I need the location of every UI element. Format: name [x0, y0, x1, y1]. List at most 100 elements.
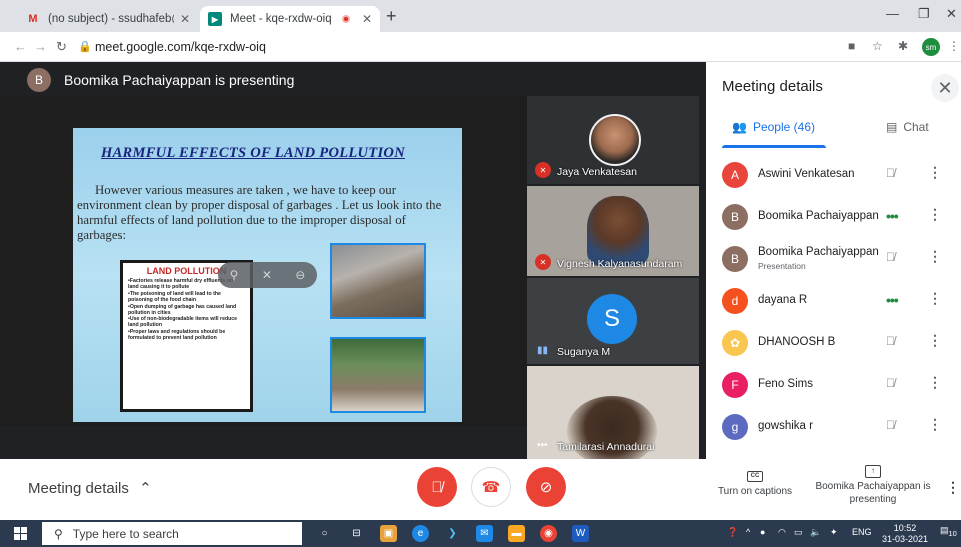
list-item[interactable]: g gowshika r 🎙̸ ⋮	[706, 406, 961, 448]
panel-title: Meeting details	[722, 78, 823, 95]
leave-call-button[interactable]: ☎	[471, 467, 511, 507]
menu-icon[interactable]: ⋮	[948, 39, 960, 53]
slide-body: However various measures are taken , we …	[77, 183, 442, 242]
forward-icon[interactable]: →	[34, 39, 47, 54]
participant-name: Boomika Pachaiyappan	[758, 210, 879, 222]
avatar: d	[722, 288, 748, 314]
list-item[interactable]: B Boomika Pachaiyappan ••• ⋮	[706, 196, 961, 238]
more-options-icon[interactable]: ⋮	[928, 290, 942, 307]
mail-icon[interactable]: ✉	[476, 525, 493, 542]
participant-name: Tamilarasi Annadurai	[557, 441, 655, 453]
list-item[interactable]: ✿ DHANOOSH B 🎙̸ ⋮	[706, 322, 961, 364]
speaking-icon: •••	[537, 440, 548, 451]
more-options-icon[interactable]: ⋮	[928, 206, 942, 223]
list-item[interactable]: A Aswini Venkatesan 🎙̸ ⋮	[706, 154, 961, 196]
battery-icon[interactable]: ▭	[794, 527, 803, 538]
list-item: Use of non-biodegradable items will redu…	[128, 317, 245, 329]
list-item[interactable]: d dayana R ••• ⋮	[706, 280, 961, 322]
language-indicator[interactable]: ENG	[852, 527, 872, 537]
volume-icon[interactable]: 🔈	[810, 527, 821, 538]
close-window-icon[interactable]: ✕	[946, 6, 957, 22]
tray-app-icon[interactable]: ●	[760, 527, 765, 537]
avatar: F	[722, 372, 748, 398]
search-placeholder: Type here to search	[72, 526, 179, 541]
list-item[interactable]: F Feno Sims 🎙̸ ⋮	[706, 364, 961, 406]
participant-tile[interactable]: S ▮▮ Suganya M	[527, 278, 699, 364]
participant-tile[interactable]: ✕ Jaya Venkatesan	[527, 96, 699, 184]
participant-tile[interactable]: ✕ Vignesh Kalyanasundaram	[527, 186, 699, 276]
mic-off-icon: ✕	[535, 254, 551, 270]
more-options-icon[interactable]: ⋮	[928, 332, 942, 349]
meeting-details-label: Meeting details	[28, 480, 129, 497]
participant-subtitle: Presentation	[758, 261, 806, 271]
list-item: The poisoning of land will lead to the p…	[128, 291, 245, 304]
more-options-icon[interactable]: ⋮	[928, 374, 942, 391]
more-options-icon[interactable]: ⋮	[928, 416, 942, 433]
store-icon[interactable]: ▣	[380, 525, 397, 542]
meeting-details-button[interactable]: Meeting details ⌃	[28, 479, 152, 497]
lock-icon: 🔒	[78, 41, 92, 53]
participant-name: dayana R	[758, 294, 808, 306]
close-tab-icon[interactable]: ✕	[362, 12, 372, 26]
network-icon[interactable]: ◠	[778, 527, 786, 538]
more-options-icon[interactable]: ⋮	[928, 248, 942, 265]
presenting-label: Boomika Pachaiyappan is presenting	[815, 481, 931, 505]
mic-off-icon: 🎙̸	[886, 166, 895, 180]
minimize-icon[interactable]: —	[886, 6, 899, 21]
avatar: B	[722, 246, 748, 272]
search-input[interactable]: ⚲ Type here to search	[42, 522, 302, 545]
mute-icon[interactable]: ✕	[262, 268, 272, 282]
back-icon[interactable]: ←	[14, 39, 27, 54]
more-options-icon[interactable]: ⋮	[928, 164, 942, 181]
participant-tile[interactable]: ••• Tamilarasi Annadurai	[527, 366, 699, 459]
task-view-icon[interactable]: ⊟	[348, 525, 365, 542]
captions-button[interactable]: CC Turn on captions	[713, 471, 797, 497]
mic-off-icon: 🎙̸	[886, 334, 895, 348]
reload-icon[interactable]: ↻	[56, 39, 67, 55]
file-explorer-icon[interactable]: ▬	[508, 525, 525, 542]
tray-extra-icon[interactable]: ✦	[830, 527, 838, 538]
camera-toggle-button[interactable]: ⊘	[526, 467, 566, 507]
url-field[interactable]: meet.google.com/kqe-rxdw-oiq	[95, 40, 266, 54]
mic-off-icon: 🎙̸	[886, 250, 895, 264]
new-tab-button[interactable]: +	[386, 6, 397, 27]
star-icon[interactable]: ☆	[872, 39, 883, 53]
cortana-icon[interactable]: ○	[316, 525, 333, 542]
remove-icon[interactable]: ⊖	[295, 268, 305, 282]
camera-icon[interactable]: ■	[848, 39, 855, 53]
restore-icon[interactable]: ❐	[918, 6, 930, 22]
vscode-icon[interactable]: ❯	[444, 525, 461, 542]
list-item[interactable]: B Boomika Pachaiyappan Presentation 🎙̸ ⋮	[706, 238, 961, 280]
list-item: Proper laws and regulations should be fo…	[128, 329, 245, 342]
speaking-icon: •••	[886, 292, 899, 308]
windows-taskbar: ⚲ Type here to search ○ ⊟ ▣ e ❯ ✉ ▬ ◉ W …	[0, 520, 961, 547]
captions-icon: CC	[747, 471, 763, 482]
pin-icon[interactable]: ⚲	[230, 268, 239, 282]
tab-people[interactable]: 👥 People (46)	[732, 120, 815, 134]
screen: M (no subject) - ssudhafeb@gmail. ✕ ▶ Me…	[0, 0, 961, 547]
help-icon[interactable]: ❓	[727, 527, 738, 538]
edge-icon[interactable]: e	[412, 525, 429, 542]
extensions-icon[interactable]: ✱	[898, 39, 908, 53]
clock[interactable]: 10:52 31-03-2021	[882, 523, 928, 545]
participant-name: DHANOOSH B	[758, 336, 836, 348]
notification-icon[interactable]: ▤10	[940, 525, 957, 541]
tab-gmail[interactable]: M (no subject) - ssudhafeb@gmail. ✕	[18, 6, 198, 32]
mic-off-icon: 🎙̸	[886, 376, 895, 390]
close-icon[interactable]: ✕	[931, 74, 959, 102]
avatar[interactable]: sm	[922, 38, 940, 56]
address-bar: ← → ↻ 🔒 meet.google.com/kqe-rxdw-oiq ■ ☆…	[0, 32, 961, 62]
more-options-icon[interactable]: ⋮	[946, 479, 960, 496]
chevron-up-icon[interactable]: ^	[746, 527, 750, 537]
participant-name: Aswini Venkatesan	[758, 168, 855, 180]
close-tab-icon[interactable]: ✕	[180, 12, 190, 26]
windows-start-icon[interactable]	[14, 527, 28, 540]
presenting-button[interactable]: ↑ Boomika Pachaiyappan is presenting	[814, 465, 932, 506]
tab-chat[interactable]: ▤ Chat	[886, 120, 929, 134]
clock-time: 10:52	[893, 523, 917, 533]
participant-name: Vignesh Kalyanasundaram	[557, 258, 683, 270]
tab-meet[interactable]: ▶ Meet - kqe-rxdw-oiq ✕	[200, 6, 380, 32]
chrome-icon[interactable]: ◉	[540, 525, 557, 542]
mic-toggle-button[interactable]: 🎙̸	[417, 467, 457, 507]
word-icon[interactable]: W	[572, 525, 589, 542]
